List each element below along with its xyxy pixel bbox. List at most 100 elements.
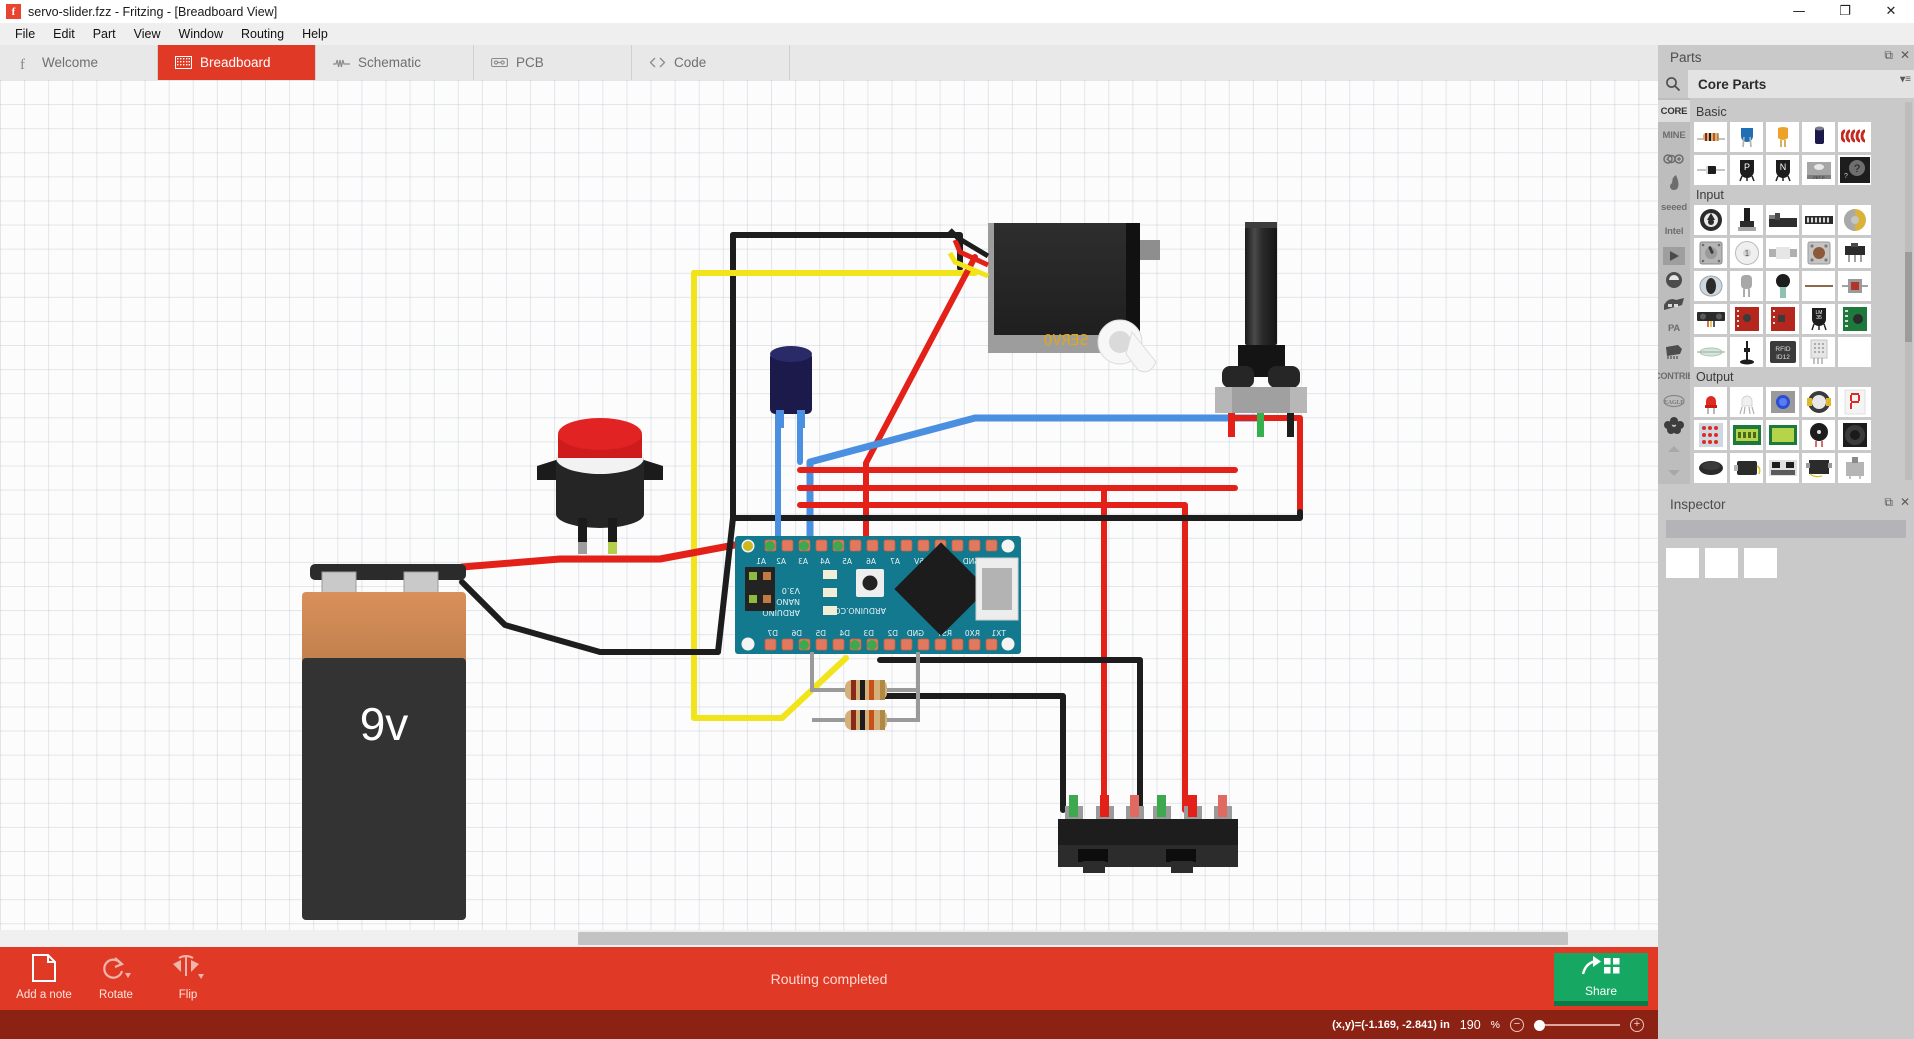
parts-bin-title-bar[interactable]: Core Parts ▾≡ — [1688, 70, 1914, 98]
part-antenna[interactable] — [1730, 337, 1763, 367]
part-tantalum-capacitor[interactable] — [1766, 122, 1799, 152]
part-trimpot-wire[interactable] — [1802, 271, 1835, 301]
part-lm35-temp-sensor[interactable]: LM 35 — [1802, 304, 1835, 334]
bin-arduino[interactable] — [1658, 148, 1690, 170]
close-icon[interactable]: ✕ — [1900, 49, 1910, 61]
menu-file[interactable]: File — [6, 24, 44, 44]
zoom-slider[interactable] — [1534, 1018, 1620, 1032]
bin-eagle[interactable]: EAGLE — [1658, 390, 1690, 412]
tab-welcome[interactable]: f Welcome — [0, 45, 158, 80]
part-reed-relay[interactable] — [1694, 337, 1727, 367]
search-icon[interactable] — [1658, 70, 1688, 98]
part-trimmer-potentiometer[interactable] — [1694, 205, 1727, 235]
part-tilt-sensor[interactable] — [1730, 271, 1763, 301]
part-micro-switch[interactable] — [1766, 238, 1799, 268]
scrollbar-thumb[interactable] — [1905, 252, 1912, 342]
bin-mine[interactable]: MINE — [1658, 124, 1690, 146]
maximize-button[interactable]: ❐ — [1822, 0, 1868, 23]
zoom-out-button[interactable]: − — [1510, 1017, 1524, 1032]
bin-sparkfun[interactable] — [1658, 172, 1690, 194]
part-rgb-led[interactable] — [1730, 387, 1763, 417]
part-lcd-graphic[interactable] — [1766, 420, 1799, 450]
part-mosfet[interactable]: FET P — [1802, 155, 1835, 185]
part-tactile-pushbutton[interactable] — [1802, 238, 1835, 268]
zoom-in-button[interactable]: + — [1630, 1017, 1644, 1032]
part-led-tactile[interactable] — [1766, 387, 1799, 417]
undock-icon[interactable]: ⧉ — [1884, 49, 1893, 61]
part-electrolytic-capacitor[interactable] — [1802, 122, 1835, 152]
part-ceramic-capacitor[interactable] — [1730, 122, 1763, 152]
part-seven-segment-display[interactable] — [1838, 387, 1871, 417]
bin-intel[interactable]: Intel — [1658, 221, 1690, 243]
parts-bin-scrollbar[interactable] — [1905, 102, 1912, 480]
tab-breadboard[interactable]: Breadboard — [158, 45, 316, 80]
tab-schematic[interactable]: Schematic — [316, 45, 474, 80]
part-slide-switch[interactable] — [1838, 238, 1871, 268]
bin-paperduino[interactable] — [1658, 341, 1690, 363]
bin-seeed[interactable]: seeed — [1658, 197, 1690, 219]
share-button[interactable]: Share — [1554, 953, 1648, 1006]
tab-pcb[interactable]: PCB — [474, 45, 632, 80]
part-npn-transistor[interactable]: N — [1766, 155, 1799, 185]
part-force-sensor[interactable] — [1766, 271, 1799, 301]
canvas-horizontal-scrollbar[interactable] — [0, 930, 1658, 947]
part-rotary-switch[interactable] — [1694, 238, 1727, 268]
part-lcd-16x2[interactable] — [1730, 420, 1763, 450]
part-red-led[interactable] — [1694, 387, 1727, 417]
part-mystery-part[interactable]: ? ? — [1838, 155, 1871, 185]
bin-snootlab[interactable] — [1658, 269, 1690, 291]
part-photo-interrupter[interactable] — [1838, 271, 1871, 301]
part-rotary-potentiometer[interactable] — [1730, 205, 1763, 235]
bin-flower[interactable] — [1658, 414, 1690, 436]
parts-grid[interactable]: Basic P N FET P ? ? Input 1 LM 35 RFID I… — [1690, 98, 1914, 484]
flip-button[interactable]: Flip — [152, 954, 224, 1006]
part-rotary-encoder[interactable] — [1838, 205, 1871, 235]
rotate-button[interactable]: Rotate — [80, 954, 152, 1006]
part-magnetic-reed[interactable] — [1694, 271, 1727, 301]
menu-routing[interactable]: Routing — [232, 24, 293, 44]
bin-scroll-up-icon[interactable] — [1658, 438, 1690, 460]
part-coded-rotary-switch[interactable]: 1 — [1730, 238, 1763, 268]
part-led-matrix[interactable] — [1694, 420, 1727, 450]
add-a-note-button[interactable]: Add a note — [8, 954, 80, 1006]
part-slide-potentiometer[interactable] — [1766, 205, 1799, 235]
scrollbar-thumb[interactable] — [578, 932, 1568, 945]
part-inductor[interactable] — [1838, 122, 1871, 152]
part-stepper-motor[interactable] — [1838, 453, 1871, 483]
close-button[interactable]: ✕ — [1868, 0, 1914, 23]
menu-window[interactable]: Window — [170, 24, 232, 44]
bin-picaxe[interactable]: PA — [1658, 317, 1690, 339]
part-dc-motor[interactable] — [1730, 453, 1763, 483]
part-ir-distance-sensor[interactable] — [1694, 304, 1727, 334]
bin-contrib[interactable]: CONTRIB — [1658, 365, 1690, 387]
minimize-button[interactable]: — — [1776, 0, 1822, 23]
menu-help[interactable]: Help — [293, 24, 337, 44]
part-pnp-transistor[interactable]: P — [1730, 155, 1763, 185]
part-dht-humidity-sensor[interactable] — [1802, 337, 1835, 367]
part-dip-switch[interactable] — [1802, 205, 1835, 235]
breadboard-canvas[interactable]: 9v SERVO GND 5V A7 A6 A5 A4 A3 A2 A1 TX1… — [0, 80, 1658, 947]
part-sensor-module[interactable] — [1838, 304, 1871, 334]
bin-scroll-down-icon[interactable] — [1658, 462, 1690, 484]
undock-icon[interactable]: ⧉ — [1884, 496, 1893, 508]
menu-view[interactable]: View — [125, 24, 170, 44]
tab-code[interactable]: Code — [632, 45, 790, 80]
part-h-bridge-module[interactable] — [1766, 453, 1799, 483]
zoom-slider-knob[interactable] — [1534, 1019, 1545, 1031]
part-rfid-id12[interactable]: RFID ID12 — [1766, 337, 1799, 367]
bin-parallax[interactable] — [1658, 293, 1690, 315]
part-servo-motor[interactable] — [1802, 453, 1835, 483]
part-speaker[interactable] — [1838, 420, 1871, 450]
close-icon[interactable]: ✕ — [1900, 496, 1910, 508]
bin-menu-icon[interactable]: ▾≡ — [1900, 74, 1911, 85]
part-diode[interactable] — [1694, 155, 1727, 185]
part-gyro-board[interactable] — [1766, 304, 1799, 334]
part-buzzer[interactable] — [1802, 420, 1835, 450]
bin-core[interactable]: CORE — [1658, 100, 1690, 123]
part-resistor[interactable] — [1694, 122, 1727, 152]
part-power-led[interactable] — [1802, 387, 1835, 417]
menu-edit[interactable]: Edit — [44, 24, 84, 44]
menu-part[interactable]: Part — [84, 24, 125, 44]
bin-play[interactable] — [1658, 245, 1690, 267]
part-vibration-motor[interactable] — [1694, 453, 1727, 483]
